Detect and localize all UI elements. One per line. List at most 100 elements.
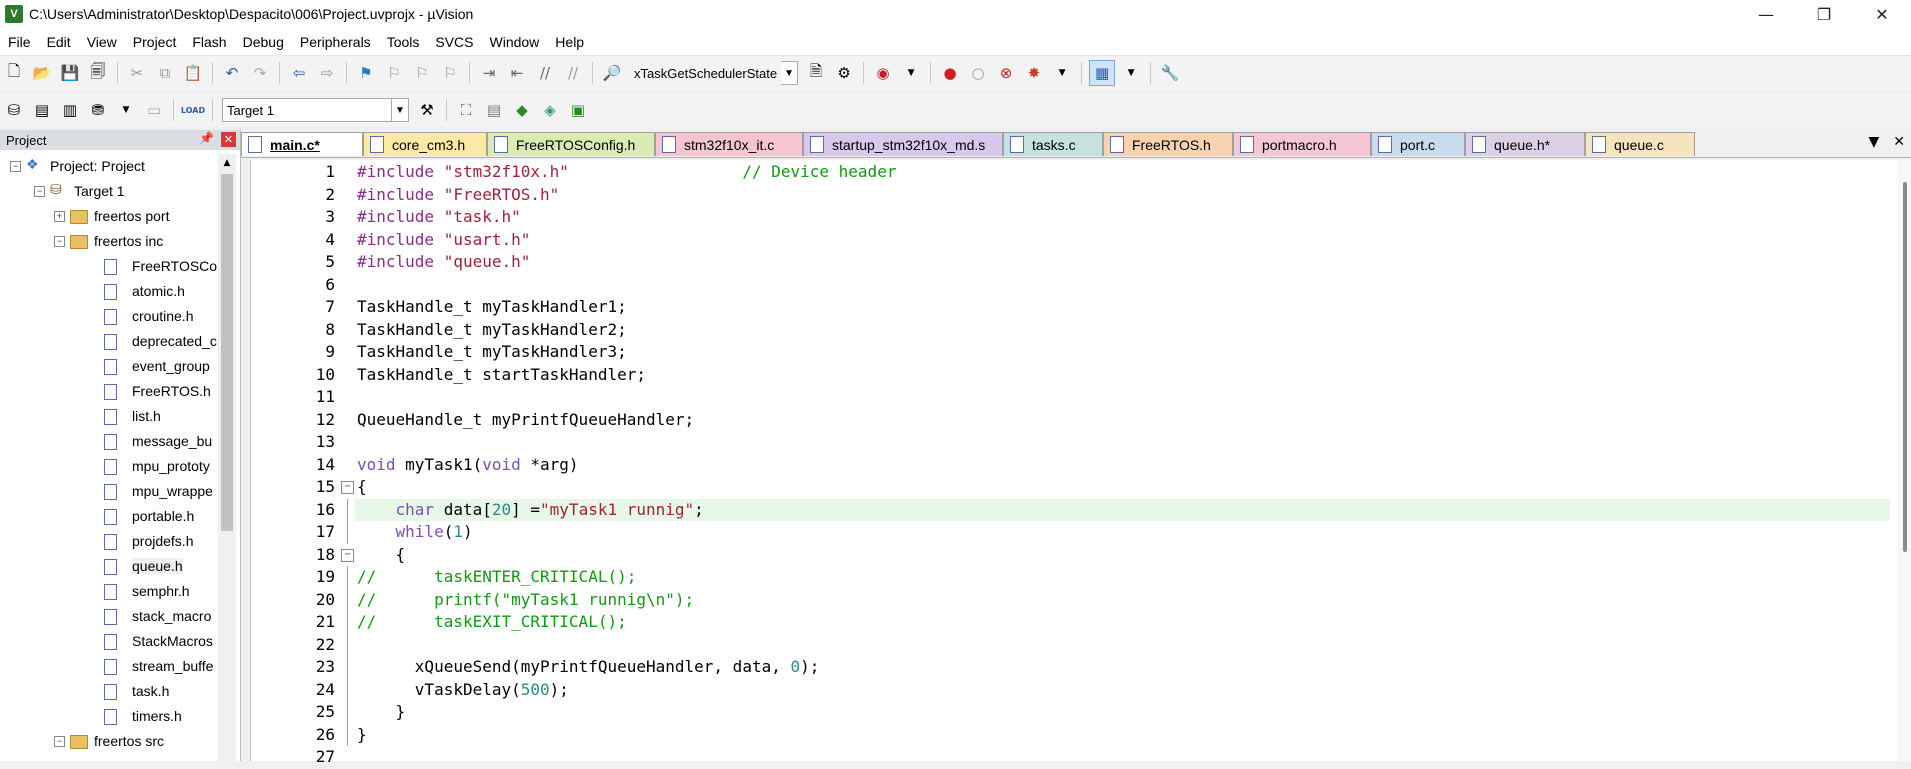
tab-freertos-h[interactable]: FreeRTOS.h (1103, 132, 1233, 156)
code-line[interactable]: 14 void myTask1(void *arg) (251, 454, 1891, 477)
minimize-button[interactable]: — (1737, 0, 1795, 28)
code-line[interactable]: 23 xQueueSend(myPrintfQueueHandler, data… (251, 656, 1891, 679)
tree-item-folder[interactable]: − freertos inc (0, 229, 218, 254)
tab-portmacro-h[interactable]: portmacro.h (1233, 132, 1371, 156)
manage-project-items-icon[interactable]: ⛶ (454, 98, 478, 122)
tab-main-c-[interactable]: main.c* (241, 132, 363, 156)
tree-item-file[interactable]: queue.h (0, 554, 218, 579)
code-line[interactable]: 22 (251, 633, 1891, 656)
code-line[interactable]: 12 QueueHandle_t myPrintfQueueHandler; (251, 409, 1891, 432)
code-line[interactable]: 21 // taskEXIT_CRITICAL(); (251, 611, 1891, 634)
scrollbar-thumb[interactable] (1903, 182, 1907, 552)
build-icon[interactable]: ▤ (30, 98, 54, 122)
chevron-down-icon[interactable]: ▼ (114, 98, 138, 122)
tree-item-file[interactable]: timers.h (0, 704, 218, 729)
code-line[interactable]: 6 (251, 274, 1891, 297)
tree-item-file[interactable]: stack_macro (0, 604, 218, 629)
code-line[interactable]: 5 #include "queue.h" (251, 251, 1891, 274)
tree-item-file[interactable]: message_bu (0, 429, 218, 454)
tab-freertosconfig-h[interactable]: FreeRTOSConfig.h (487, 132, 655, 156)
tree-item-file[interactable]: task.h (0, 679, 218, 704)
chevron-down-icon[interactable]: ▼ (781, 61, 799, 85)
editor-scrollbar[interactable] (1898, 160, 1911, 761)
tree-item-target[interactable]: − ⛁ Target 1 (0, 179, 218, 204)
bookmark-clear-icon[interactable]: ⚐ (438, 61, 462, 85)
menu-edit[interactable]: Edit (39, 34, 79, 50)
code-line[interactable]: 26} (251, 723, 1891, 746)
collapse-icon[interactable]: − (10, 161, 21, 172)
code-line[interactable]: 17 while(1) (251, 521, 1891, 544)
navigate-forward-icon[interactable]: ⇨ (315, 61, 339, 85)
tab-stm32f10x-it-c[interactable]: stm32f10x_it.c (655, 132, 803, 156)
bookmark-next-icon[interactable]: ⚐ (410, 61, 434, 85)
stop-build-icon[interactable]: ▭ (142, 98, 166, 122)
fold-collapse-icon[interactable]: − (341, 481, 354, 494)
start-debug-icon[interactable]: ◉ (871, 61, 895, 85)
chevron-down-icon[interactable]: ▼ (1119, 61, 1143, 85)
tree-item-project[interactable]: − ❖ Project: Project (0, 154, 218, 179)
expand-icon[interactable]: + (54, 211, 65, 222)
find-combo-value[interactable]: xTaskGetSchedulerState (630, 62, 781, 84)
navigate-back-icon[interactable]: ⇦ (287, 61, 311, 85)
batch-build-icon[interactable]: ⛃ (86, 98, 110, 122)
menu-file[interactable]: File (0, 34, 39, 50)
menu-svcs[interactable]: SVCS (427, 34, 481, 50)
maximize-button[interactable]: ❐ (1795, 0, 1853, 28)
menu-tools[interactable]: Tools (379, 34, 428, 50)
debug-settings-icon[interactable]: ⚙ (832, 61, 856, 85)
code-line[interactable]: 8 TaskHandle_t myTaskHandler2; (251, 319, 1891, 342)
code-line[interactable]: 10 TaskHandle_t startTaskHandler; (251, 364, 1891, 387)
collapse-icon[interactable]: − (54, 236, 65, 247)
code-line[interactable]: 19 // taskENTER_CRITICAL(); (251, 566, 1891, 589)
collapse-icon[interactable]: − (54, 736, 65, 747)
tab-queue-h-[interactable]: queue.h* (1465, 132, 1585, 156)
bookmark-prev-icon[interactable]: ⚐ (382, 61, 406, 85)
tree-item-folder[interactable]: + freertos port (0, 204, 218, 229)
comment-icon[interactable]: // (533, 61, 557, 85)
tree-item-file[interactable]: croutine.h (0, 304, 218, 329)
tree-item-file[interactable]: deprecated_c (0, 329, 218, 354)
tree-item-file[interactable]: FreeRTOS.h (0, 379, 218, 404)
configure-icon[interactable]: 🔧 (1158, 61, 1182, 85)
scroll-up-icon[interactable]: ▲ (218, 154, 236, 172)
tree-item-file[interactable]: event_group (0, 354, 218, 379)
menu-window[interactable]: Window (482, 34, 548, 50)
close-tab-icon[interactable]: ✕ (1893, 134, 1905, 150)
tab-port-c[interactable]: port.c (1371, 132, 1465, 156)
load-download-icon[interactable]: LOAD (181, 98, 205, 122)
pin-icon[interactable]: 📌 (199, 131, 214, 145)
window-layout-icon[interactable]: ▦ (1089, 60, 1116, 86)
tab-tasks-c[interactable]: tasks.c (1003, 132, 1103, 156)
redo-icon[interactable]: ↷ (248, 61, 272, 85)
code-line[interactable]: 16 char data[20] ="myTask1 runnig"; (251, 498, 1891, 521)
code-line[interactable]: 2 #include "FreeRTOS.h" (251, 184, 1891, 207)
scrollbar-thumb[interactable] (221, 174, 233, 531)
bookmark-toggle-icon[interactable]: ⚑ (354, 61, 378, 85)
code-editor[interactable]: 1 #include "stm32f10x.h" // Device header… (250, 160, 1911, 766)
unindent-icon[interactable]: ⇤ (505, 61, 529, 85)
code-line[interactable]: 7 TaskHandle_t myTaskHandler1; (251, 296, 1891, 319)
tab-startup-stm32f10x-md-s[interactable]: startup_stm32f10x_md.s (803, 132, 1003, 156)
select-software-packs-icon[interactable]: ◈ (538, 98, 562, 122)
tree-item-file[interactable]: stream_buffe (0, 654, 218, 679)
menu-project[interactable]: Project (125, 34, 185, 50)
project-tree-scrollbar[interactable]: ▲ (218, 154, 236, 761)
breakpoint-disable-icon[interactable]: ○ (966, 61, 990, 85)
code-line[interactable]: 15−{ (251, 476, 1891, 499)
save-all-icon[interactable]: 🗐 (86, 61, 110, 85)
file-extensions-icon[interactable]: ▤ (482, 98, 506, 122)
save-icon[interactable]: 💾 (58, 61, 82, 85)
code-line[interactable]: 20 // printf("myTask1 runnig\n"); (251, 588, 1891, 611)
code-line[interactable]: 25 } (251, 701, 1891, 724)
undo-icon[interactable]: ↶ (220, 61, 244, 85)
menu-view[interactable]: View (79, 34, 125, 50)
cut-icon[interactable]: ✂ (125, 61, 149, 85)
open-file-icon[interactable]: 📂 (30, 61, 54, 85)
code-line[interactable]: 1 #include "stm32f10x.h" // Device header (251, 161, 1891, 184)
fold-collapse-icon[interactable]: − (341, 548, 354, 562)
tab-core-cm3-h[interactable]: core_cm3.h (363, 132, 487, 156)
close-panel-button[interactable]: ✕ (221, 132, 236, 147)
manage-runtime-environment-icon[interactable]: ▣ (566, 98, 590, 122)
tree-item-file[interactable]: atomic.h (0, 279, 218, 304)
menu-debug[interactable]: Debug (235, 34, 292, 50)
